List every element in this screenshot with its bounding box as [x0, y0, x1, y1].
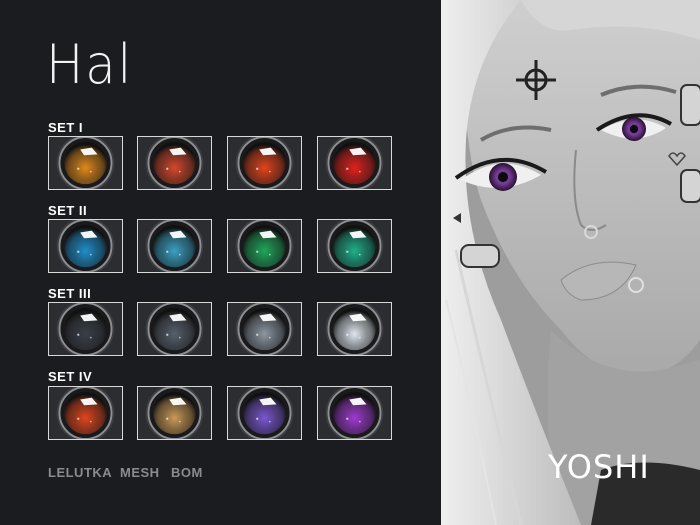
product-title: Hal — [46, 33, 134, 96]
eye-swatch-set1-4 — [317, 136, 392, 190]
eye-swatch-set3-1 — [48, 302, 123, 356]
eye-swatch-set2-3 — [227, 219, 302, 273]
model-photo — [441, 0, 700, 525]
set-label-2: SET II — [48, 203, 88, 218]
eye-swatch-set1-1 — [48, 136, 123, 190]
footer-lelutka: LELUTKA — [48, 465, 113, 480]
product-info-panel: Hal SET I SET II SET III SET IV LELUTKA … — [0, 0, 441, 525]
eye-swatch-set4-1 — [48, 386, 123, 440]
set-label-4: SET IV — [48, 369, 93, 384]
footer-mesh: MESH — [120, 465, 160, 480]
brand-logo: YOSHI — [548, 448, 650, 486]
eye-swatch-set2-4 — [317, 219, 392, 273]
eye-swatch-set3-2 — [137, 302, 212, 356]
set-label-1: SET I — [48, 120, 84, 135]
footer-bom: BOM — [171, 465, 203, 480]
eye-swatch-set1-3 — [227, 136, 302, 190]
eye-swatch-set2-2 — [137, 219, 212, 273]
eye-swatch-set2-1 — [48, 219, 123, 273]
eye-swatch-set4-3 — [227, 386, 302, 440]
eye-swatch-set1-2 — [137, 136, 212, 190]
eye-swatch-set4-4 — [317, 386, 392, 440]
eye-swatch-set4-2 — [137, 386, 212, 440]
set-label-3: SET III — [48, 286, 92, 301]
eye-swatch-set3-3 — [227, 302, 302, 356]
eye-swatch-set3-4 — [317, 302, 392, 356]
